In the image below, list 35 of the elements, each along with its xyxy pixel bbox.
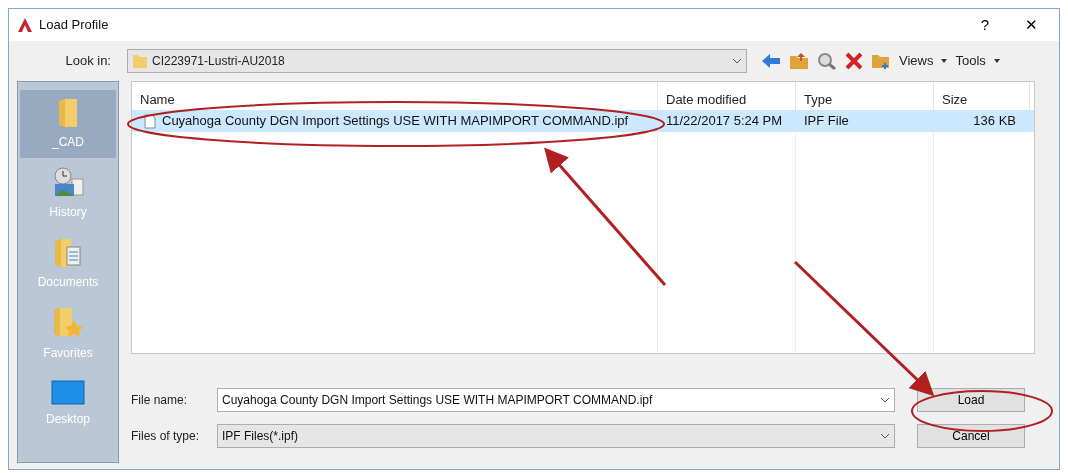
magnifier-icon[interactable] [817, 52, 837, 70]
clock-picture-icon [52, 167, 84, 199]
favorites-folder-icon [52, 306, 84, 340]
window-title: Load Profile [39, 16, 110, 35]
dropdown-caret-icon [880, 397, 890, 403]
look-in-label: Look in: [64, 52, 112, 71]
desktop-icon [51, 380, 85, 406]
dropdown-caret-icon [941, 59, 948, 63]
dropdown-caret-icon [880, 433, 890, 439]
folder-icon [57, 97, 79, 129]
file-name-label: File name: [131, 392, 189, 409]
table-cell-text: IPF File [803, 112, 850, 131]
table-cell: Cuyahoga County DGN Import Settings USE WITH MAPIMPORT COMMAND.ipf [132, 111, 658, 131]
folder-up-icon[interactable] [789, 52, 809, 70]
delete-icon[interactable] [845, 52, 863, 70]
file-name-field[interactable]: Cuyahoga County DGN Import Settings USE WITH MAPIMPORT COMMAND.ipf [217, 388, 895, 412]
table-cell-text: 11/22/2017 5:24 PM [665, 112, 784, 131]
look-in-dropdown[interactable]: CI223971-Lustri-AU2018 [127, 49, 747, 73]
file-type-dropdown[interactable]: IPF Files(*.ipf) [217, 424, 895, 448]
folder-icon [132, 53, 148, 69]
toolbar-menu-button[interactable]: Views [899, 51, 948, 71]
cancel-button[interactable]: Cancel [917, 424, 1025, 448]
file-type-label: Files of type: [131, 428, 201, 445]
app-logo-icon [17, 17, 33, 33]
dropdown-caret-icon [732, 58, 742, 64]
file-row[interactable]: Cuyahoga County DGN Import Settings USE WITH MAPIMPORT COMMAND.ipf 11/22/2017 5:24 PM IPF File 136 KB [132, 110, 1034, 132]
dropdown-caret-icon [993, 59, 1000, 63]
back-arrow-icon[interactable] [761, 53, 781, 69]
new-folder-icon[interactable] [871, 52, 891, 70]
help-button[interactable]: ? [965, 13, 1005, 37]
table-cell-text: 136 KB [972, 112, 1017, 131]
documents-folder-icon [54, 237, 82, 269]
close-button[interactable]: ✕ [1011, 13, 1051, 37]
file-icon [144, 113, 156, 129]
toolbar-menu-button[interactable]: Tools [955, 51, 1000, 71]
